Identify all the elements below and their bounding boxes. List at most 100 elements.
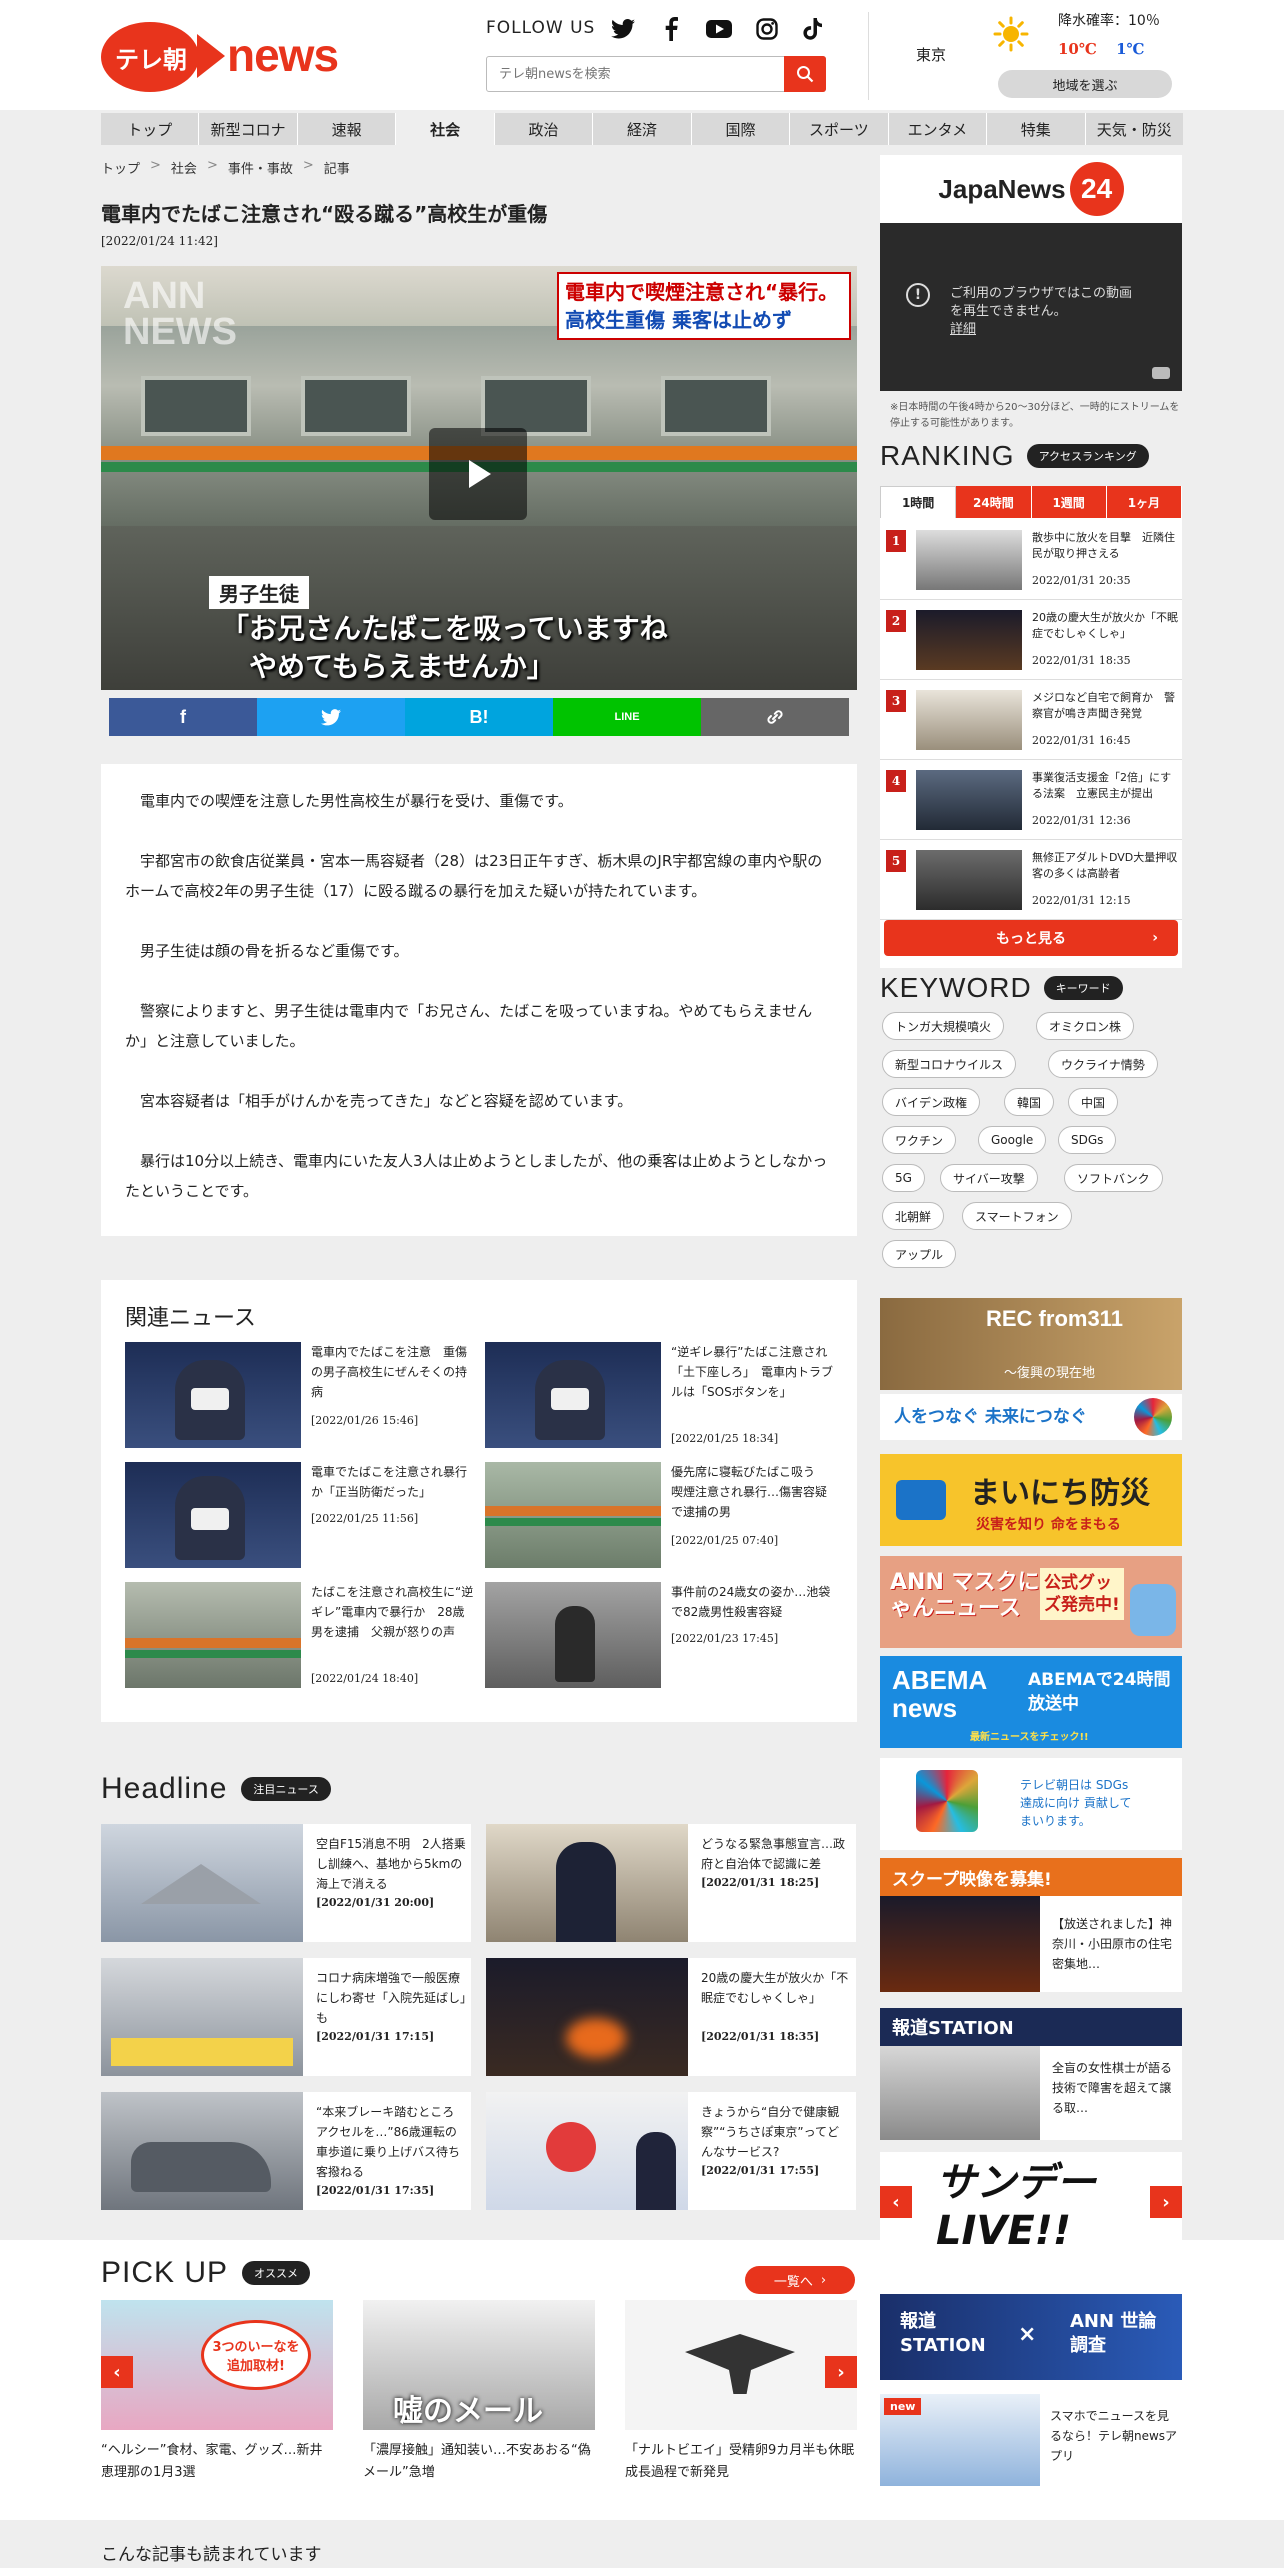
keyword-tag[interactable]: Google (978, 1126, 1047, 1154)
nav-features[interactable]: 特集 (987, 113, 1086, 145)
related-item[interactable]: 事件前の24歳女の姿か…池袋で82歳男性殺害容疑 [2022/01/23 17:… (485, 1582, 835, 1692)
ranking-item[interactable]: 4 事業復活支援金「2倍」にする法案 立憲民主が提出 2022/01/31 12… (880, 762, 1182, 840)
nav-economy[interactable]: 経済 (593, 113, 692, 145)
sdgs-commit-banner[interactable]: テレビ朝日は SDGs達成に向け 貢献してまいります。 (880, 1758, 1182, 1850)
play-button[interactable] (429, 428, 527, 520)
ranking-tab-1m[interactable]: 1ヶ月 (1106, 486, 1182, 518)
share-line-button[interactable]: LINE (553, 698, 701, 736)
keyword-tag[interactable]: オミクロン株 (1036, 1012, 1135, 1040)
pickup-prev-arrow[interactable]: ‹ (101, 2356, 133, 2388)
ranking-item[interactable]: 2 20歳の慶大生が放火か「不眠症でむしゃくしゃ」 2022/01/31 18:… (880, 602, 1182, 680)
nav-international[interactable]: 国際 (692, 113, 791, 145)
nav-top[interactable]: トップ (101, 113, 200, 145)
related-item[interactable]: 電車内でたばこを注意 重傷の男子高校生にぜんそくの持病 [2022/01/26 … (125, 1342, 475, 1452)
copy-link-button[interactable] (701, 698, 849, 736)
sunday-live-logo[interactable]: サンデーLIVE!! (936, 2158, 1126, 2254)
app-banner[interactable]: new スマホでニュースを見るなら！テレ朝newsアプリ (880, 2394, 1182, 2486)
sdgs-banner[interactable]: 人をつなぐ 未来につなぐ (880, 1394, 1182, 1440)
video-error-detail-link[interactable]: 詳細 (950, 321, 1182, 339)
ranking-tab-24h[interactable]: 24時間 (956, 486, 1032, 518)
nav-society[interactable]: 社会 (396, 113, 495, 145)
nav-weather[interactable]: 天気・防災 (1086, 113, 1183, 145)
related-item[interactable]: 電車でたばこを注意され暴行か「正当防衛だった」 [2022/01/25 11:5… (125, 1462, 475, 1572)
related-item[interactable]: 優先席に寝転びたばこ吸う 喫煙注意され暴行…傷害容疑で逮捕の男 [2022/01… (485, 1462, 835, 1572)
ranking-item[interactable]: 1 散歩中に放火を目撃 近隣住民が取り押さえる 2022/01/31 20:35 (880, 522, 1182, 600)
keyword-tag[interactable]: 韓国 (1004, 1088, 1055, 1116)
nav-politics[interactable]: 政治 (495, 113, 594, 145)
pickup-item[interactable]: 3つのいーなを追加取材! “ヘルシー”食材、家電、グッズ…新井恵理那の1月3選 (101, 2300, 333, 2484)
keyword-tag[interactable]: アップル (882, 1240, 957, 1268)
region-select-button[interactable]: 地域を選ぶ (998, 70, 1172, 98)
keyword-tag[interactable]: サイバー攻撃 (940, 1164, 1038, 1192)
ranking-more-button[interactable]: もっと見る › (884, 920, 1178, 956)
tiktok-icon[interactable] (800, 16, 826, 42)
headline-item[interactable]: きょうから“自分で健康観察”“うちさぽ東京”ってどんなサービス? [2022/0… (486, 2092, 856, 2210)
mask-nyan-banner[interactable]: ANN マスクにゃんニュース 公式グッズ発売中! (880, 1556, 1182, 1648)
headline-item[interactable]: どうなる緊急事態宣言…政府と自治体で認識に差 [2022/01/31 18:25… (486, 1824, 856, 1942)
ranking-item[interactable]: 5 無修正アダルトDVD大量押収 客の多くは高齢者 2022/01/31 12:… (880, 842, 1189, 920)
ranking-tab-1h[interactable]: 1時間 (880, 486, 957, 518)
headline-item[interactable]: “本来ブレーキ踏むところアクセルを…”86歳運転の車歩道に乗り上げバス待ち客撥ね… (101, 2092, 471, 2210)
nav-corona[interactable]: 新型コロナ (199, 113, 298, 145)
youtube-icon[interactable] (706, 16, 732, 42)
instagram-icon[interactable] (754, 16, 780, 42)
keyword-tag[interactable]: ウクライナ情勢 (1048, 1050, 1158, 1078)
share-twitter-button[interactable] (257, 698, 405, 736)
headline-item[interactable]: 空自F15消息不明 2人搭乗し訓練へ、基地から5kmの海上で消える [2022/… (101, 1824, 471, 1942)
pickup-more-button[interactable]: 一覧へ › (745, 2266, 855, 2294)
keyword-tag[interactable]: ソフトバンク (1064, 1164, 1163, 1192)
survey-banner[interactable]: 報道 STATION × ANN 世論調査 (880, 2294, 1182, 2380)
pickup-thumbnail: 嘘のメール (363, 2300, 595, 2430)
ranking-title: 無修正アダルトDVD大量押収 客の多くは高齢者 (1032, 851, 1189, 880)
hodo-station-banner[interactable]: 報道STATION 全盲の女性棋士が語る 技術で障害を超えて譲る取… (880, 2008, 1182, 2140)
related-item[interactable]: たばこを注意され高校生に“逆ギレ”電車内で暴行か 28歳男を逮捕 父親が怒りの声… (125, 1582, 475, 1692)
twitter-icon[interactable] (610, 16, 636, 42)
article-paragraph: 電車内での喫煙を注意した男性高校生が暴行を受け、重傷です。 (140, 792, 573, 810)
nav-sports[interactable]: スポーツ (790, 113, 889, 145)
keyword-tag[interactable]: 北朝鮮 (882, 1202, 945, 1230)
related-item[interactable]: “逆ギレ暴行”たばこ注意され「土下座しろ」 電車内トラブルは「SOSボタンを」 … (485, 1342, 835, 1452)
sunday-next-arrow[interactable]: › (1150, 2186, 1182, 2218)
keyword-tag[interactable]: 中国 (1068, 1088, 1119, 1116)
video-player[interactable]: ANN NEWS 電車内で喫煙注意され“暴行。 高校生重傷 乗客は止めず 男子生… (101, 266, 857, 690)
headline-header: Headline 注目ニュース (101, 1772, 331, 1806)
share-hatena-button[interactable]: B! (405, 698, 553, 736)
headline-item[interactable]: 20歳の慶大生が放火か「不眠症でむしゃくしゃ」 [2022/01/31 18:3… (486, 1958, 856, 2076)
keyword-tag[interactable]: トンガ大規模噴火 (882, 1012, 1005, 1040)
breadcrumb-incidents[interactable]: 事件・事故 (228, 158, 293, 177)
bousai-banner[interactable]: まいにち防災 災害を知り 命をまもる (880, 1454, 1182, 1546)
breadcrumb-top[interactable]: トップ (101, 158, 140, 177)
ranking-item[interactable]: 3 メジロなど自宅で飼育か 警察官が鳴き声聞き発覚 2022/01/31 16:… (880, 682, 1182, 760)
share-facebook-button[interactable]: f (109, 698, 257, 736)
ranking-date: 2022/01/31 12:15 (1032, 894, 1131, 907)
sunday-prev-arrow[interactable]: ‹ (880, 2186, 912, 2218)
pickup-next-arrow[interactable]: › (825, 2356, 857, 2388)
pickup-item[interactable]: 「ナルトビエイ」受精卵9カ月半も休眠 成長過程で新発見 (625, 2300, 867, 2484)
train-window (141, 376, 251, 436)
pickup-item[interactable]: 嘘のメール 「濃厚接触」通知装い…不安あおる“偽メール”急増 (363, 2300, 595, 2484)
rec311-banner[interactable]: REC from311 ～復興の現在地 (880, 1298, 1182, 1390)
keyword-tag[interactable]: スマートフォン (962, 1202, 1072, 1230)
search-button[interactable] (784, 56, 826, 92)
search-input[interactable] (487, 57, 777, 91)
headline-item[interactable]: コロナ病床増強で一般医療にしわ寄せ「入院先延ばし」も [2022/01/31 1… (101, 1958, 471, 2076)
nav-entertainment[interactable]: エンタメ (889, 113, 988, 145)
keyword-tag[interactable]: ワクチン (882, 1126, 957, 1154)
scoop-title: スクープ映像を募集! (880, 1858, 1182, 1896)
site-logo[interactable]: テレ朝 news (101, 22, 339, 92)
ranking-tab-1w[interactable]: 1週間 (1031, 486, 1107, 518)
youtube-icon (1152, 367, 1170, 379)
keyword-tag[interactable]: バイデン政権 (882, 1088, 981, 1116)
breadcrumb-society[interactable]: 社会 (171, 158, 197, 177)
abema-banner[interactable]: ABEMA news ABEMAで24時間放送中 最新ニュースをチェック!! (880, 1656, 1182, 1748)
keyword-header: KEYWORD キーワード (880, 972, 1123, 1004)
scoop-banner[interactable]: スクープ映像を募集! 【放送されました】神奈川・小田原市の住宅密集地… (880, 1858, 1182, 1992)
keyword-tag[interactable]: 5G (882, 1164, 925, 1192)
sdgs-commit-text: テレビ朝日は SDGs達成に向け 貢献してまいります。 (1020, 1778, 1132, 1828)
nav-breaking[interactable]: 速報 (298, 113, 397, 145)
keyword-tag[interactable]: 新型コロナウイルス (882, 1050, 1017, 1078)
keyword-tag[interactable]: SDGs (1058, 1126, 1117, 1154)
japanews24-logo[interactable]: JapaNews 24 (880, 155, 1182, 223)
headline-date: [2022/01/31 17:55] (701, 2164, 820, 2177)
facebook-icon[interactable] (658, 16, 684, 42)
